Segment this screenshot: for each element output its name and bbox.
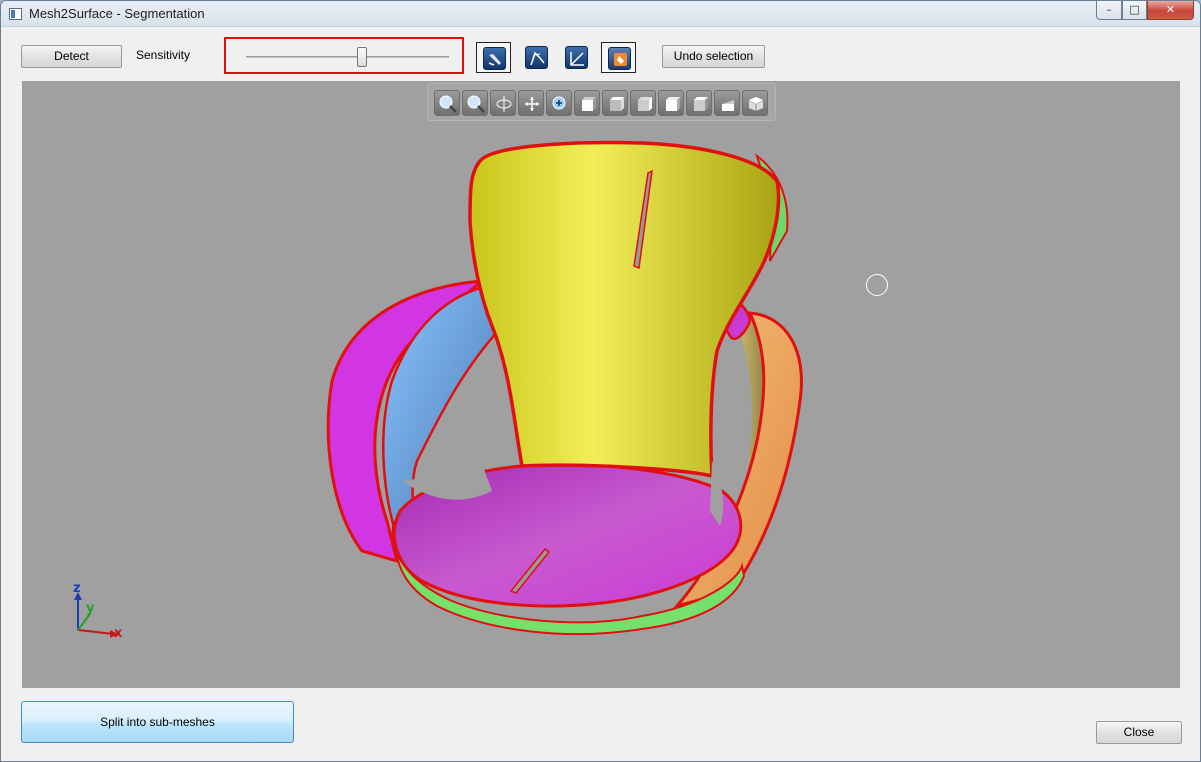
split-into-submeshes-button[interactable]: Split into sub-meshes	[21, 701, 294, 743]
window-title: Mesh2Surface - Segmentation	[29, 6, 205, 21]
axis-z-label: z	[73, 581, 81, 596]
app-icon	[9, 8, 22, 20]
slider-track[interactable]	[246, 56, 449, 58]
brush-select-tool[interactable]	[476, 42, 511, 73]
segmented-mesh-model[interactable]	[22, 81, 1180, 688]
axis-triad: z y x	[66, 581, 136, 644]
curve-select-tool[interactable]	[559, 42, 594, 73]
close-button[interactable]: Close	[1096, 721, 1182, 744]
slider-thumb[interactable]	[356, 47, 367, 67]
curve-icon	[565, 46, 588, 69]
segmentation-window: Mesh2Surface - Segmentation – □ ✕ Detect…	[0, 0, 1201, 762]
close-window-button[interactable]: ✕	[1147, 1, 1194, 20]
axis-y-label: y	[86, 601, 95, 616]
minimize-button[interactable]: –	[1096, 1, 1122, 20]
path-icon	[525, 46, 548, 69]
undo-selection-button[interactable]: Undo selection	[662, 45, 765, 68]
brush-icon	[483, 47, 506, 70]
title-bar[interactable]: Mesh2Surface - Segmentation – □ ✕	[1, 1, 1200, 27]
fill-select-tool[interactable]	[601, 42, 636, 73]
sensitivity-slider[interactable]	[224, 37, 464, 74]
detect-button[interactable]: Detect	[21, 45, 122, 68]
axis-x-label: x	[114, 626, 123, 641]
maximize-button[interactable]: □	[1122, 1, 1147, 20]
path-select-tool[interactable]	[519, 42, 554, 73]
3d-viewport[interactable]: z y x	[22, 81, 1180, 688]
sensitivity-label: Sensitivity	[136, 48, 191, 62]
fill-icon	[608, 47, 631, 70]
cursor-ring	[866, 274, 888, 296]
